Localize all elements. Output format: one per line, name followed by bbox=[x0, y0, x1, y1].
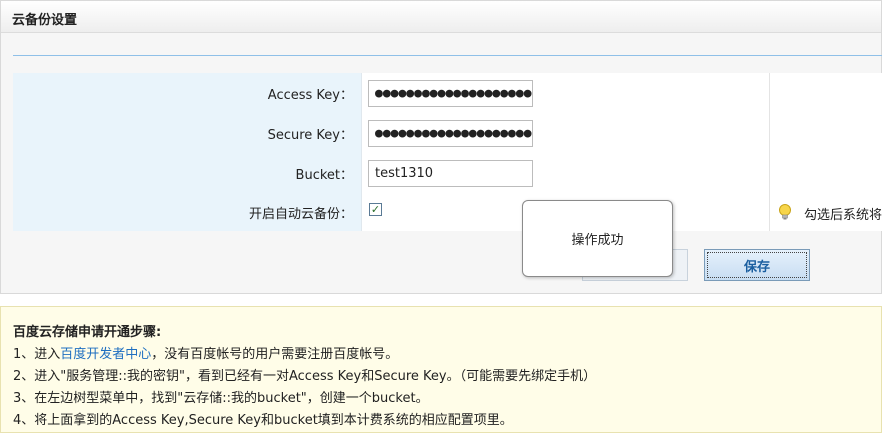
bucket-row: Bucket： test1310 bbox=[13, 153, 882, 193]
success-toast: 操作成功 bbox=[522, 200, 673, 277]
access-key-row: Access Key： ●●●●●●●●●●●●●●●●●●●● bbox=[13, 73, 882, 113]
auto-backup-hint: 勾选后系统将 bbox=[804, 208, 882, 223]
panel-header: 云备份设置 bbox=[1, 1, 881, 33]
access-key-label: Access Key： bbox=[13, 73, 362, 113]
help-title: 百度云存储申请开通步骤: bbox=[13, 325, 162, 340]
save-button[interactable]: 保存 bbox=[704, 249, 810, 281]
developer-center-link[interactable]: 百度开发者中心 bbox=[60, 347, 151, 362]
lightbulb-icon bbox=[779, 204, 791, 220]
help-step-3: 3、在左边树型菜单中，找到"云存储::我的bucket"，创建一个bucket。 bbox=[13, 391, 429, 406]
auto-backup-checkbox[interactable]: ✓ bbox=[369, 203, 382, 216]
secure-key-label: Secure Key： bbox=[13, 113, 362, 153]
auto-backup-label: 开启自动云备份： bbox=[13, 193, 362, 231]
bucket-input[interactable]: test1310 bbox=[368, 160, 533, 187]
help-step-4: 4、将上面拿到的Access Key,Secure Key和bucket填到本计… bbox=[13, 413, 513, 428]
help-step-1: 1、进入百度开发者中心，没有百度帐号的用户需要注册百度帐号。 bbox=[13, 347, 399, 362]
help-box: 百度云存储申请开通步骤: 1、进入百度开发者中心，没有百度帐号的用户需要注册百度… bbox=[0, 306, 882, 433]
access-key-input[interactable]: ●●●●●●●●●●●●●●●●●●●● bbox=[368, 80, 533, 107]
bucket-label: Bucket： bbox=[13, 153, 362, 193]
panel-title: 云备份设置 bbox=[12, 13, 78, 28]
auto-backup-row: 开启自动云备份： ✓ 勾选后系统将 bbox=[13, 193, 882, 231]
secure-key-input[interactable]: ●●●●●●●●●●●●●●●●●●●● bbox=[368, 120, 533, 147]
help-step-2: 2、进入"服务管理::我的密钥"，看到已经有一对Access Key和Secur… bbox=[13, 369, 597, 384]
toast-message: 操作成功 bbox=[571, 233, 624, 248]
secure-key-row: Secure Key： ●●●●●●●●●●●●●●●●●●●● bbox=[13, 113, 882, 153]
divider-line bbox=[13, 55, 882, 56]
